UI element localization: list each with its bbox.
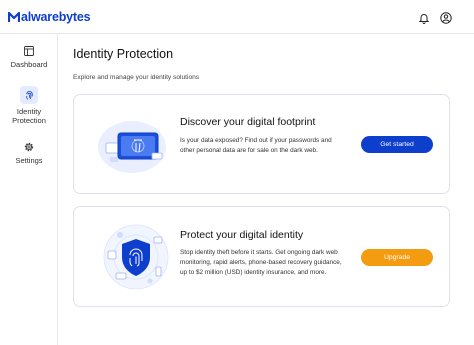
active-indicator	[20, 86, 38, 104]
upgrade-button[interactable]: Upgrade	[361, 249, 433, 266]
top-bar: alwarebytes	[0, 0, 474, 34]
protect-identity-card: Protect your digital identity Stop ident…	[73, 206, 450, 307]
page-subtitle: Explore and manage your identity solutio…	[73, 74, 200, 81]
sidebar-item-label: Dashboard	[10, 60, 48, 69]
page-title: Identity Protection	[73, 47, 174, 61]
bell-icon[interactable]	[418, 12, 430, 24]
sidebar-item-label: Identity Protection	[12, 107, 46, 125]
card-title: Discover your digital footprint	[180, 116, 316, 128]
malwarebytes-logo-icon	[8, 11, 20, 22]
digital-footprint-card: Discover your digital footprint Is your …	[73, 94, 450, 194]
sidebar-item-settings[interactable]: Settings	[3, 142, 55, 172]
fingerprint-icon	[25, 90, 33, 100]
sidebar-item-identity-protection[interactable]: Identity Protection	[3, 86, 55, 128]
main-content: Identity Protection Explore and manage y…	[58, 34, 474, 345]
malwarebytes-logo[interactable]: alwarebytes	[8, 10, 91, 24]
logo-text: alwarebytes	[21, 10, 91, 24]
card-description: Stop identity theft before it starts. Ge…	[180, 249, 342, 276]
sidebar-item-label: Settings	[15, 156, 43, 165]
dark-web-scan-illustration	[98, 121, 166, 173]
card-description: Is your data exposed? Find out if your p…	[180, 137, 332, 154]
user-circle-icon[interactable]	[440, 12, 452, 24]
get-started-button[interactable]: Get started	[361, 136, 433, 153]
identity-shield-illustration	[103, 224, 169, 290]
sidebar-item-dashboard[interactable]: Dashboard	[3, 46, 55, 76]
gear-icon	[24, 142, 34, 152]
dashboard-icon	[24, 46, 34, 56]
card-title: Protect your digital identity	[180, 229, 304, 241]
sidebar: Dashboard Identity Protection Settings	[0, 34, 58, 345]
